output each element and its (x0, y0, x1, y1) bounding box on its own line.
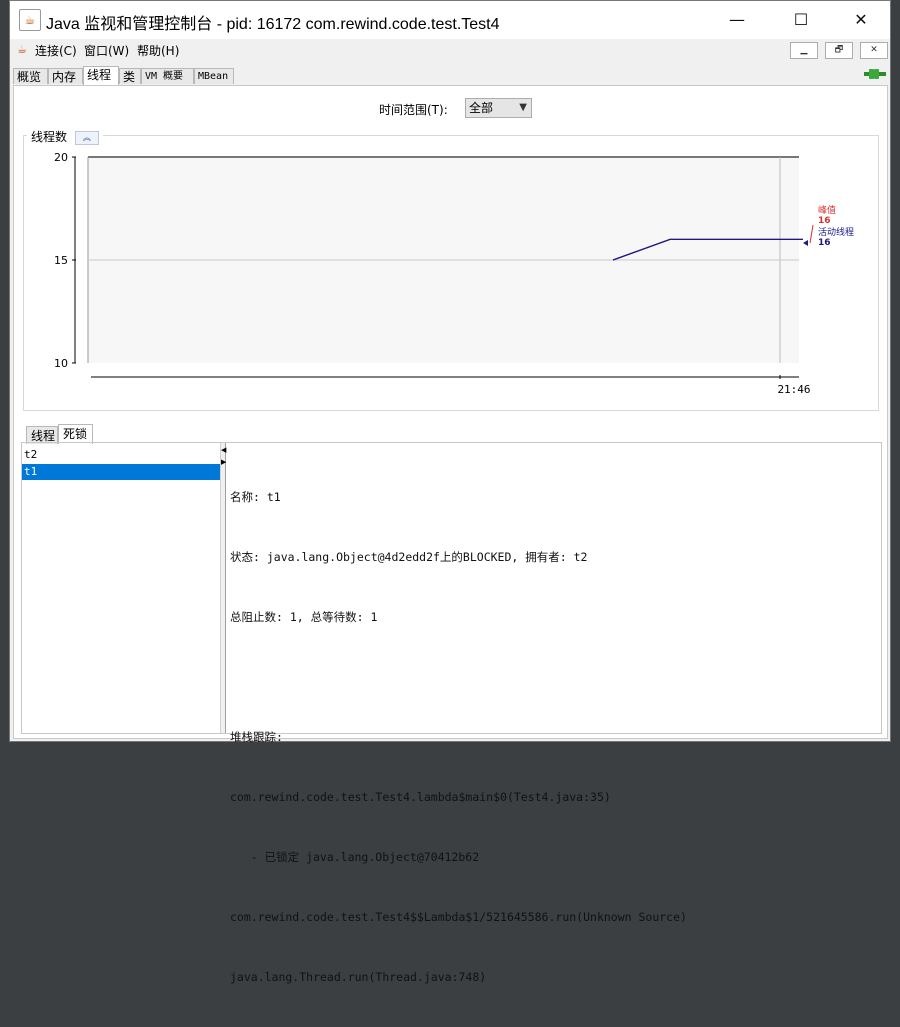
thread-state-line: 状态: java.lang.Object@4d2edd2f上的BLOCKED, … (230, 550, 588, 564)
y-tick-label: 20 (54, 151, 68, 164)
expand-right-icon[interactable]: ▶ (221, 459, 226, 466)
legend-live-marker (803, 240, 808, 246)
legend-peak-pointer (809, 224, 814, 244)
stack-frame: com.rewind.code.test.Test4.lambda$main$0… (230, 790, 611, 804)
legend-series-value: 16 (818, 216, 831, 226)
thread-count-panel: 线程数 ︽ 20 15 10 21:46 峰值 16 活动线程 16 (23, 128, 879, 411)
legend-series-name: 活动线程 (818, 226, 854, 238)
list-item[interactable]: t1 (22, 464, 220, 480)
internal-close-button[interactable]: ✕ (860, 42, 888, 59)
java-icon: ☕ (17, 43, 27, 56)
stack-frame: - 已锁定 java.lang.Object@70412b62 (230, 850, 480, 864)
y-tick-label: 15 (54, 254, 68, 267)
deadlock-panel: t2 t1 ◀ ▶ 名称: t1 状态: java.lang.Object@4d… (21, 442, 882, 984)
x-tick-label: 21:46 (777, 383, 810, 396)
tab-overview[interactable]: 概览 (13, 68, 48, 84)
legend-series-name: 峰值 (818, 204, 836, 216)
thread-list: t2 t1 (22, 443, 220, 733)
stack-trace-header: 堆栈跟踪: (230, 730, 283, 744)
y-tick-label: 10 (54, 357, 68, 370)
title-bar: ☕ Java 监视和管理控制台 - pid: 16172 com.rewind.… (10, 1, 890, 39)
tab-deadlock[interactable]: 死锁 (58, 424, 93, 444)
tab-vm-summary[interactable]: VM 概要 (141, 68, 194, 84)
menu-window[interactable]: 窗口(W) (84, 42, 129, 59)
thread-count-chart: 20151021:46峰值16活动线程16 (54, 151, 854, 396)
stack-frame: java.lang.Thread.run(Thread.java:748) (230, 970, 487, 984)
time-range-select[interactable]: 全部 ▼ (465, 98, 532, 118)
tab-mbean[interactable]: MBean (194, 68, 234, 84)
menu-help[interactable]: 帮助(H) (137, 42, 179, 59)
collapse-left-icon[interactable]: ◀ (221, 447, 226, 454)
tab-memory[interactable]: 内存 (48, 68, 83, 84)
list-item[interactable]: t2 (22, 447, 220, 463)
connection-status-icon[interactable] (864, 67, 886, 81)
split-pane-divider[interactable]: ◀ ▶ (220, 443, 226, 733)
threads-tab-content: 时间范围(T): 全部 ▼ 线程数 ︽ 20 15 10 21:46 峰值 16 活动线程 1… (13, 85, 888, 984)
menu-connect[interactable]: 连接(C) (35, 42, 77, 59)
tab-classes[interactable]: 类 (119, 68, 141, 84)
thread-name-line: 名称: t1 (230, 490, 281, 504)
thread-counts-line: 总阻止数: 1, 总等待数: 1 (230, 610, 378, 624)
jconsole-window: ☕ Java 监视和管理控制台 - pid: 16172 com.rewind.… (9, 0, 891, 984)
tab-threads[interactable]: 线程 (83, 66, 119, 85)
menu-bar: ☕ 连接(C) 窗口(W) 帮助(H) ▁ 🗗 ✕ (10, 39, 890, 61)
thread-details: 名称: t1 状态: java.lang.Object@4d2edd2f上的BL… (230, 447, 877, 1027)
java-coffee-icon: ☕ (19, 9, 41, 31)
time-range-value: 全部 (469, 101, 494, 115)
maximize-button[interactable]: ☐ (778, 5, 824, 35)
chevron-down-icon: ▼ (519, 102, 527, 113)
internal-restore-button[interactable]: 🗗 (825, 42, 853, 59)
close-button[interactable]: ✕ (838, 5, 884, 35)
stack-frame: com.rewind.code.test.Test4$$Lambda$1/521… (230, 910, 687, 924)
internal-minimize-button[interactable]: ▁ (790, 42, 818, 59)
window-title: Java 监视和管理控制台 - pid: 16172 com.rewind.co… (46, 16, 500, 33)
legend-series-value: 16 (818, 238, 831, 248)
time-range-label: 时间范围(T): (379, 103, 448, 117)
minimize-button[interactable]: — (714, 5, 760, 35)
